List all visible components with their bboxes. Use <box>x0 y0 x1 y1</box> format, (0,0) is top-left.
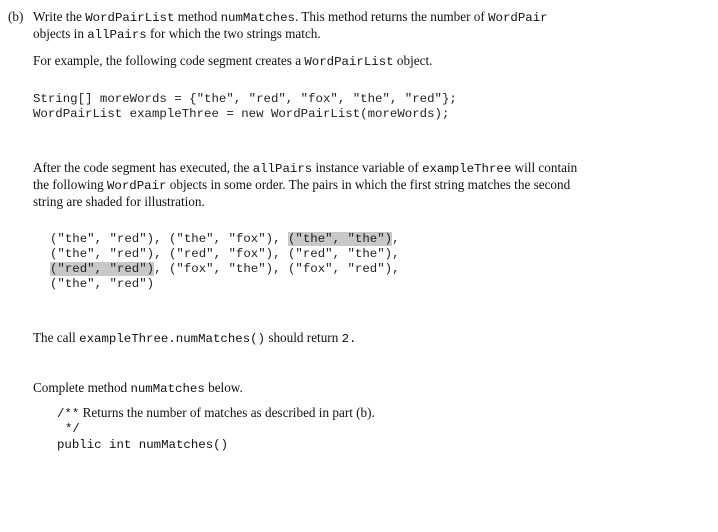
pairs-row: ("the", "red"), ("red", "fox"), ("red", … <box>50 247 400 262</box>
pairs-row: ("the", "red") <box>50 277 400 292</box>
complete-text: Complete method numMatches below. <box>33 379 243 398</box>
call-text: The call exampleThree.numMatches() shoul… <box>33 329 356 348</box>
code-line: String[] moreWords = {"the", "red", "fox… <box>33 92 457 106</box>
word-pair: ("the", "red") <box>50 247 155 261</box>
code-line: WordPairList exampleThree = new WordPair… <box>33 107 450 121</box>
word-pair: ("fox", "red") <box>287 262 393 276</box>
method-name-code: numMatches <box>220 11 295 25</box>
method-signature: public int numMatches() <box>57 438 229 452</box>
after-text: will contain <box>514 160 578 175</box>
variable-name-code: exampleThree <box>422 162 512 176</box>
complete-label: below. <box>208 380 243 395</box>
intro-text: Write the <box>33 9 82 24</box>
separator: , <box>273 247 281 261</box>
class-name-code: WordPairList <box>304 55 394 69</box>
class-name-code: WordPair <box>107 179 167 193</box>
pairs-row: ("the", "red"), ("the", "fox"), ("the", … <box>50 232 400 247</box>
intro-text: . This method returns the number of <box>294 9 485 24</box>
method-stub: /** Returns the number of matches as des… <box>57 404 375 454</box>
call-label: The call <box>33 330 76 345</box>
intro-line-2: objects in allPairs for which the two st… <box>33 25 321 44</box>
separator: , <box>154 247 162 261</box>
separator: , <box>392 262 400 276</box>
part-label: (b) <box>8 8 23 25</box>
example-text: object. <box>396 53 433 68</box>
after-text: objects in some order. The pairs in whic… <box>169 177 571 192</box>
word-pair: ("red", "the") <box>287 247 393 261</box>
class-name-code: WordPairList <box>85 11 175 25</box>
example-intro: For example, the following code segment … <box>33 52 432 71</box>
example-text: For example, the following code segment … <box>33 53 302 68</box>
word-pair-shaded: ("the", "the") <box>287 232 393 246</box>
doc-comment-line: /** Returns the number of matches as des… <box>57 404 375 423</box>
comment-text: Returns the number of matches as describ… <box>82 405 375 420</box>
part-label-text: (b) <box>8 9 24 24</box>
comment-open: /** <box>57 407 80 421</box>
pairs-list: ("the", "red"), ("the", "fox"), ("the", … <box>50 232 400 292</box>
call-label: should return <box>268 330 339 345</box>
separator: , <box>273 262 281 276</box>
method-call-code: exampleThree.numMatches() <box>79 332 266 346</box>
separator: , <box>392 247 400 261</box>
comment-close: */ <box>65 422 80 436</box>
variable-name-code: allPairs <box>252 162 313 176</box>
after-text: After the code segment has executed, the <box>33 160 250 175</box>
variable-name-code: allPairs <box>87 28 147 42</box>
pairs-row: ("red", "red"), ("fox", "the"), ("fox", … <box>50 262 400 277</box>
separator: , <box>154 232 162 246</box>
word-pair: ("the", "red") <box>50 232 155 246</box>
code-segment: String[] moreWords = {"the", "red", "fox… <box>33 92 457 122</box>
intro-text: objects in <box>33 26 84 41</box>
return-value-code: 2. <box>341 332 357 346</box>
intro-text: method <box>177 9 218 24</box>
word-pair: ("red", "fox") <box>168 247 274 261</box>
after-line-3: string are shaded for illustration. <box>33 193 205 210</box>
intro-text: for which the two strings match. <box>150 26 321 41</box>
word-pair: ("the", "red") <box>50 277 155 291</box>
separator: , <box>392 232 400 246</box>
complete-label: Complete method <box>33 380 128 395</box>
separator: , <box>273 232 281 246</box>
word-pair-shaded: ("red", "red") <box>50 262 155 276</box>
word-pair: ("fox", "the") <box>168 262 274 276</box>
word-pair: ("the", "fox") <box>168 232 274 246</box>
separator: , <box>154 262 162 276</box>
after-text: instance variable of <box>315 160 419 175</box>
after-text: the following <box>33 177 104 192</box>
method-name-code: numMatches <box>130 382 205 396</box>
class-name-code: WordPair <box>488 11 548 25</box>
after-text: string are shaded for illustration. <box>33 194 205 209</box>
